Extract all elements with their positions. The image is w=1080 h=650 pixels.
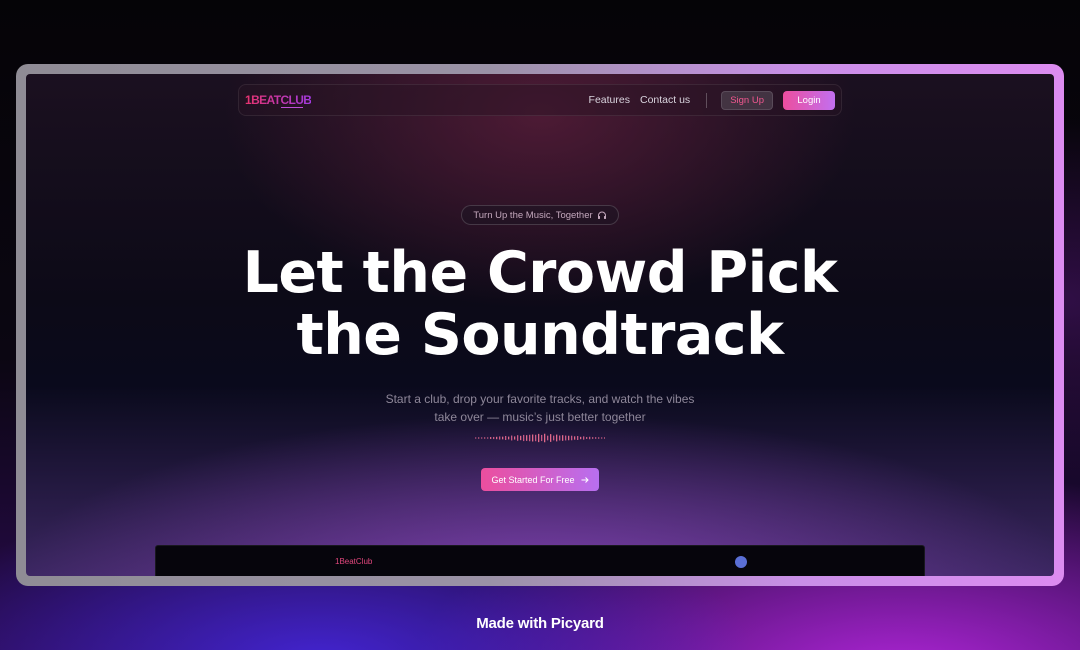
waveform-bar: [505, 435, 507, 441]
waveform-bar: [580, 436, 582, 440]
headphones-icon: [597, 211, 607, 220]
app-screen: 1BEATCLUB Features Contact us Sign Up Lo…: [26, 74, 1054, 576]
preview-logo: 1BeatClub: [335, 557, 373, 566]
get-started-label: Get Started For Free: [491, 474, 575, 485]
headline-line-1: Let the Crowd Pick: [242, 240, 838, 306]
waveform-bar: [526, 435, 528, 441]
nav-links: Features Contact us Sign Up Login: [589, 90, 835, 110]
waveform-bar: [496, 436, 498, 440]
waveform-bar: [484, 437, 486, 439]
subtitle-line-1: Start a club, drop your favorite tracks,…: [385, 392, 695, 406]
hero-subtitle: Start a club, drop your favorite tracks,…: [26, 390, 1054, 426]
login-button[interactable]: Login: [783, 90, 835, 110]
top-navbar: 1BEATCLUB Features Contact us Sign Up Lo…: [238, 84, 842, 116]
waveform-bar: [589, 436, 591, 440]
waveform-bar: [514, 436, 516, 440]
nav-link-features[interactable]: Features: [589, 94, 630, 106]
tagline-pill: Turn Up the Music, Together: [461, 205, 619, 225]
waveform-bar: [586, 437, 588, 439]
waveform-bar: [544, 433, 546, 443]
device-frame: 1BEATCLUB Features Contact us Sign Up Lo…: [16, 64, 1064, 586]
waveform-bar: [475, 437, 477, 439]
waveform-bar: [565, 435, 567, 441]
made-with-credit: Made with Picyard: [476, 615, 604, 632]
headline-line-2: the Soundtrack: [296, 302, 784, 368]
waveform-bar: [571, 435, 573, 441]
preview-avatar: [735, 556, 747, 568]
waveform-bar: [517, 435, 519, 441]
waveform-bar: [574, 436, 576, 440]
audio-waveform: [475, 433, 605, 443]
waveform-bar: [550, 434, 552, 442]
hero-headline: Let the Crowd Pick the Soundtrack: [26, 242, 1054, 366]
waveform-bar: [595, 437, 597, 439]
waveform-bar: [508, 436, 510, 440]
waveform-bar: [523, 434, 525, 442]
app-preview: 1BeatClub: [155, 545, 925, 576]
tagline-text: Turn Up the Music, Together: [473, 209, 593, 221]
waveform-bar: [604, 437, 605, 439]
waveform-bar: [541, 434, 543, 442]
signup-button[interactable]: Sign Up: [721, 90, 773, 110]
waveform-bar: [577, 436, 579, 440]
waveform-bar: [538, 433, 540, 443]
logo-underline: [281, 107, 303, 108]
nav-divider: [706, 92, 708, 108]
subtitle-line-2: take over — music’s just better together: [434, 410, 646, 424]
brand-logo[interactable]: 1BEATCLUB: [245, 93, 312, 107]
nav-link-contact[interactable]: Contact us: [640, 94, 690, 106]
waveform-bar: [553, 435, 555, 441]
waveform-bar: [532, 434, 534, 442]
waveform-bar: [592, 437, 594, 439]
arrow-right-icon: [581, 476, 589, 484]
waveform-bar: [556, 434, 558, 442]
waveform-bar: [520, 435, 522, 441]
waveform-bar: [499, 436, 501, 440]
waveform-bar: [547, 435, 549, 441]
waveform-bar: [562, 435, 564, 441]
waveform-bar: [559, 435, 561, 441]
waveform-bar: [598, 437, 600, 439]
waveform-bar: [490, 437, 492, 439]
waveform-bar: [583, 436, 585, 440]
waveform-bar: [502, 436, 504, 440]
waveform-bar: [493, 436, 495, 440]
waveform-bar: [535, 434, 537, 442]
waveform-bar: [478, 437, 480, 439]
waveform-bar: [481, 437, 483, 439]
waveform-bar: [568, 435, 570, 441]
waveform-bar: [601, 437, 603, 439]
get-started-button[interactable]: Get Started For Free: [481, 468, 599, 491]
waveform-bar: [487, 437, 489, 439]
waveform-bar: [511, 435, 513, 441]
waveform-bar: [529, 434, 531, 442]
